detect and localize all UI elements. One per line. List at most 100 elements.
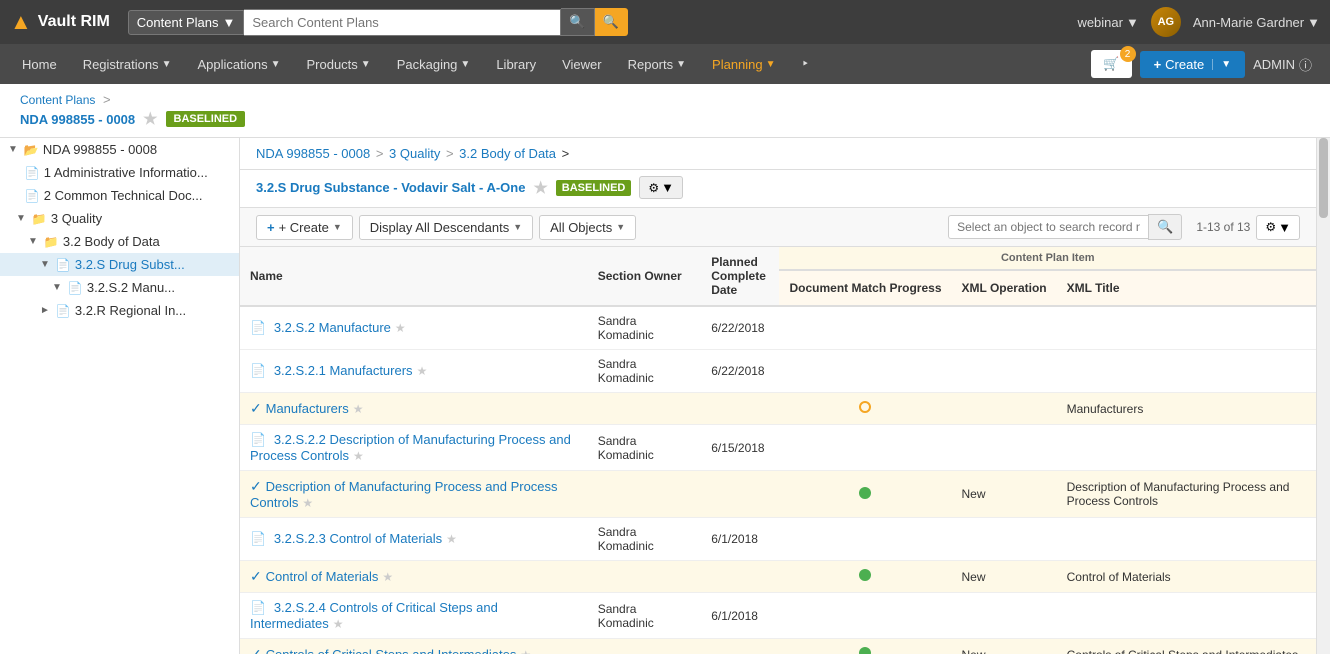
scrollbar[interactable] [1316,138,1330,654]
folder-icon-quality: 📁 [32,212,47,226]
nav-registrations[interactable]: Registrations▼ [71,49,184,80]
create-record-button[interactable]: + + Create ▼ [256,215,353,240]
row-star-icon[interactable]: ★ [333,617,344,631]
row-star-icon[interactable]: ★ [446,532,457,546]
nav-packaging[interactable]: Packaging▼ [385,49,483,80]
cell-xml-title: Manufacturers [1057,393,1316,425]
display-label: Display All Descendants [370,220,509,235]
row-name-link[interactable]: 3.2.S.2.1 Manufacturers [274,363,413,378]
cell-section-owner [588,471,702,518]
row-doc-icon: 📄 [250,531,270,546]
row-name-link[interactable]: 3.2.S.2 Manufacture [274,320,391,335]
row-doc-icon: 📄 [250,363,270,378]
cell-section-owner [588,393,702,425]
nav-planning-caret: ▼ [766,59,776,70]
sidebar-item-body[interactable]: ▼ 📁 3.2 Body of Data [0,230,239,253]
check-icon: ✓ [250,478,266,494]
cell-name: ✓ Control of Materials★ [240,561,588,593]
search-submit-button[interactable]: 🔍 [595,8,628,36]
all-objects-button[interactable]: All Objects ▼ [539,215,636,240]
navbar: Home Registrations▼ Applications▼ Produc… [0,44,1330,84]
sidebar-item-manufacture[interactable]: ▼ 📄 3.2.S.2 Manu... [0,276,239,299]
check-icon: ✓ [250,568,266,584]
sidebar-item-regional[interactable]: ► 📄 3.2.R Regional In... [0,299,239,322]
search-input[interactable] [244,9,561,36]
gear-button[interactable]: ⚙ ▼ [639,176,683,199]
nav-products[interactable]: Products▼ [294,49,382,80]
sub-bc-nda[interactable]: NDA 998855 - 0008 [256,146,370,161]
nav-reports[interactable]: Reports▼ [616,49,698,80]
row-name-link[interactable]: Control of Materials [266,569,379,584]
sidebar-item-common[interactable]: 📄 2 Common Technical Doc... [0,184,239,207]
cell-planned-date: 6/22/2018 [701,350,779,393]
row-star-icon[interactable]: ★ [520,648,531,654]
col-content-plan-item-group: Content Plan Item [779,247,1316,270]
create-button[interactable]: + Create ▼ [1140,51,1246,78]
search-type-label: Content Plans [137,15,219,30]
cell-name: 📄 3.2.S.2.1 Manufacturers ★ [240,350,588,393]
sidebar-item-admin[interactable]: 📄 1 Administrative Informatio... [0,161,239,184]
nav-viewer[interactable]: Viewer [550,49,614,80]
green-dot-icon [859,647,871,654]
table-settings-button[interactable]: ⚙ ▼ [1256,215,1300,240]
row-name-link[interactable]: Controls of Critical Steps and Intermedi… [266,647,517,654]
cell-xml-title [1057,593,1316,639]
search-glasses-button[interactable]: 🔍 [561,8,594,36]
sidebar-item-nda[interactable]: ▼ 📂 NDA 998855 - 0008 [0,138,239,161]
search-type-dropdown[interactable]: Content Plans ▼ [128,10,245,35]
nav-applications[interactable]: Applications▼ [185,49,292,80]
breadcrumb-parent[interactable]: Content Plans [20,93,95,107]
row-star-icon[interactable]: ★ [417,364,428,378]
cell-xml-op: New [952,639,1057,654]
row-star-icon[interactable]: ★ [353,449,364,463]
row-name-link[interactable]: 3.2.S.2.2 Description of Manufacturing P… [250,432,571,463]
user-caret: ▼ [1307,15,1320,30]
display-descendants-button[interactable]: Display All Descendants ▼ [359,215,533,240]
toggle-body: ▼ [28,236,38,247]
sub-bc-quality[interactable]: 3 Quality [389,146,440,161]
page-star-icon[interactable]: ★ [143,109,157,129]
cart-button[interactable]: 🛒 2 [1091,50,1131,78]
admin-button[interactable]: ADMIN ⓘ [1245,55,1320,74]
sidebar-item-drug-substance[interactable]: ▼ 📄 3.2.S Drug Subst... [0,253,239,276]
row-star-icon[interactable]: ★ [382,570,393,584]
cell-xml-title [1057,306,1316,350]
nav-home[interactable]: Home [10,49,69,80]
nav-planning-label: Planning [712,57,763,72]
cell-name: ✓ Manufacturers★ [240,393,588,425]
sidebar-item-quality[interactable]: ▼ 📁 3 Quality [0,207,239,230]
doc-icon-mfr: 📄 [68,281,83,295]
row-name-link[interactable]: 3.2.S.2.4 Controls of Critical Steps and… [250,600,498,631]
nav-planning[interactable]: Planning▼ [700,49,788,80]
toggle-regional: ► [40,305,50,316]
row-doc-icon: 📄 [250,432,270,447]
row-star-icon[interactable]: ★ [302,496,313,510]
row-star-icon[interactable]: ★ [353,402,364,416]
cell-name: 📄 3.2.S.2.3 Control of Materials ★ [240,518,588,561]
webinar-button[interactable]: webinar ▼ [1077,15,1138,30]
scroll-thumb[interactable] [1319,138,1328,218]
nav-library-label: Library [496,57,536,72]
table-row: 📄 3.2.S.2.3 Control of Materials★Sandra … [240,518,1316,561]
nav-more[interactable]: ‣ [790,48,822,80]
row-name-link[interactable]: Manufacturers [266,401,349,416]
nav-reports-label: Reports [628,57,674,72]
row-name-link[interactable]: Description of Manufacturing Process and… [250,479,558,510]
row-star-icon[interactable]: ★ [395,321,406,335]
main-content: ▼ 📂 NDA 998855 - 0008 📄 1 Administrative… [0,138,1330,654]
breadcrumb-area: Content Plans > NDA 998855 - 0008 ★ BASE… [0,84,1330,138]
col-section-owner-header: Section Owner [588,247,702,306]
nav-library[interactable]: Library [484,49,548,80]
row-name-link[interactable]: 3.2.S.2.3 Control of Materials [274,531,442,546]
search-records-button[interactable]: 🔍 [1148,214,1182,240]
sub-bc-body[interactable]: 3.2 Body of Data [459,146,556,161]
cell-doc-match [779,561,951,593]
user-name-button[interactable]: Ann-Marie Gardner ▼ [1193,15,1320,30]
section-star-icon[interactable]: ★ [533,178,547,198]
objects-label: All Objects [550,220,612,235]
create-plus: + [267,220,275,235]
cell-doc-match [779,306,951,350]
table-row: ✓ Manufacturers★Manufacturers [240,393,1316,425]
search-records-input[interactable] [948,215,1148,239]
scroll-track[interactable] [1317,138,1330,654]
